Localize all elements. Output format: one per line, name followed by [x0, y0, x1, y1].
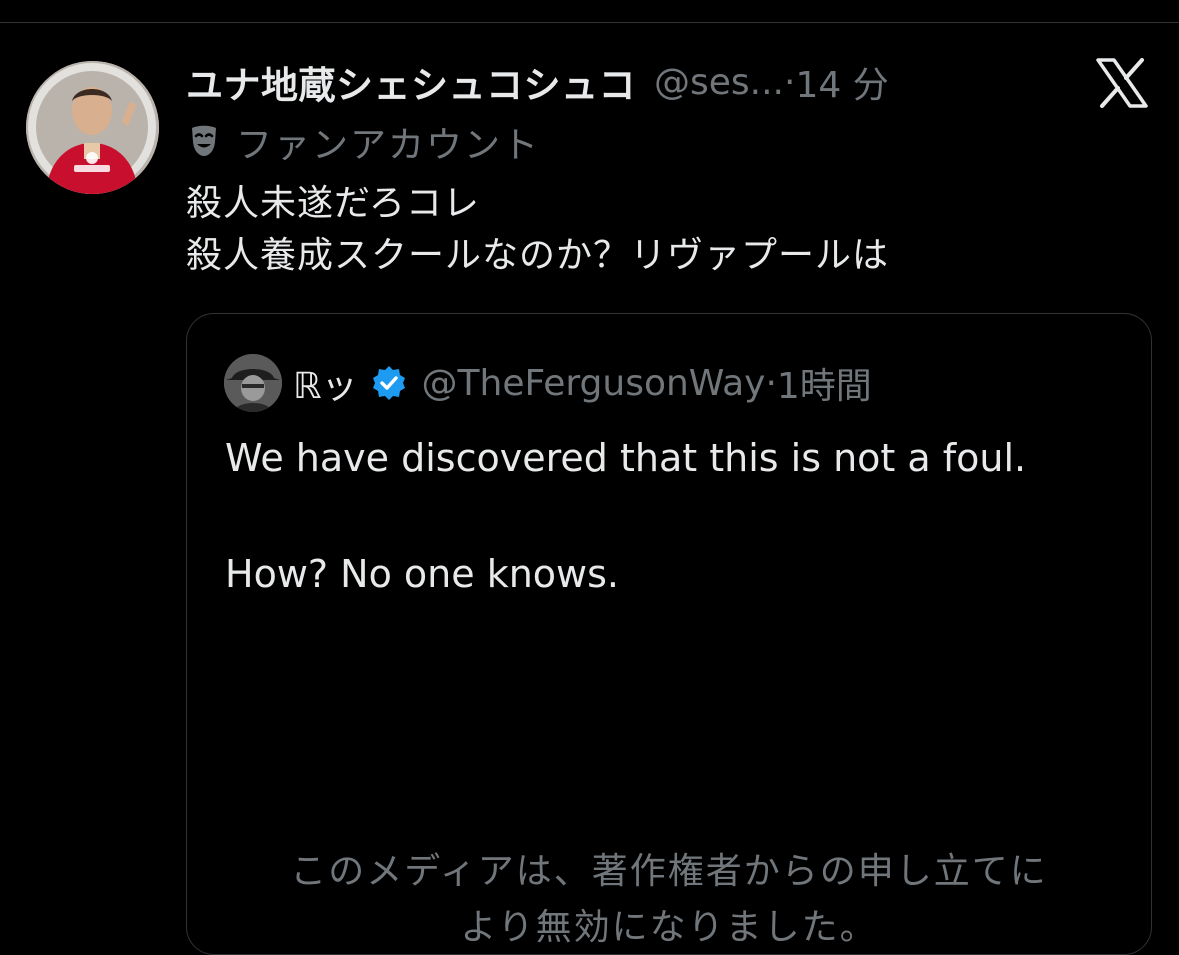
quoted-author-row: ℝッ @TheFergusonWay · 1時間 — [293, 357, 872, 409]
time-separator: · — [765, 362, 777, 404]
quoted-tweet-text: We have discovered that this is not a fo… — [225, 429, 1026, 603]
author-display-name[interactable]: ユナ地蔵シェシュコシュコ — [186, 55, 636, 109]
tweet-text: 殺人未遂だろコレ 殺人養成スクールなのか？リヴァプールは — [186, 178, 889, 282]
media-notice-line: より無効になりました。 — [460, 907, 878, 948]
top-divider — [0, 22, 1179, 23]
account-label-row: ファンアカウント — [186, 118, 540, 166]
quoted-text-line: We have discovered that this is not a fo… — [225, 436, 1027, 480]
tweet-text-line: 殺人養成スクールなのか？リヴァプールは — [186, 235, 890, 276]
quoted-handle[interactable]: @TheFergusonWay — [422, 363, 766, 404]
theater-masks-icon — [186, 122, 222, 162]
x-logo-icon — [1096, 58, 1148, 108]
media-notice-line: このメディアは、著作権者からの申し立てに — [290, 851, 1048, 892]
quoted-display-name[interactable]: ℝッ — [293, 357, 358, 409]
quoted-avatar-image — [224, 354, 282, 412]
quoted-text-line: How? No one knows. — [225, 552, 619, 596]
time-separator: · — [784, 61, 796, 103]
avatar-image — [26, 61, 159, 194]
quoted-timestamp[interactable]: 1時間 — [777, 357, 872, 409]
quoted-text-blank-line — [225, 487, 1026, 545]
tweet-text-line: 殺人未遂だろコレ — [186, 183, 480, 224]
fan-account-label: ファンアカウント — [236, 125, 541, 166]
quoted-tweet-card[interactable]: ℝッ @TheFergusonWay · 1時間 We have discove… — [186, 313, 1152, 955]
media-disabled-notice: このメディアは、著作権者からの申し立てに より無効になりました。 — [187, 844, 1151, 954]
verified-badge-icon — [370, 364, 408, 402]
tweet-timestamp[interactable]: 14 分 — [795, 56, 888, 108]
author-avatar[interactable] — [26, 61, 159, 194]
author-handle[interactable]: @ses... — [654, 62, 784, 103]
quoted-author-avatar[interactable] — [224, 354, 282, 412]
tweet-author-row: ユナ地蔵シェシュコシュコ @ses... · 14 分 — [186, 55, 889, 109]
